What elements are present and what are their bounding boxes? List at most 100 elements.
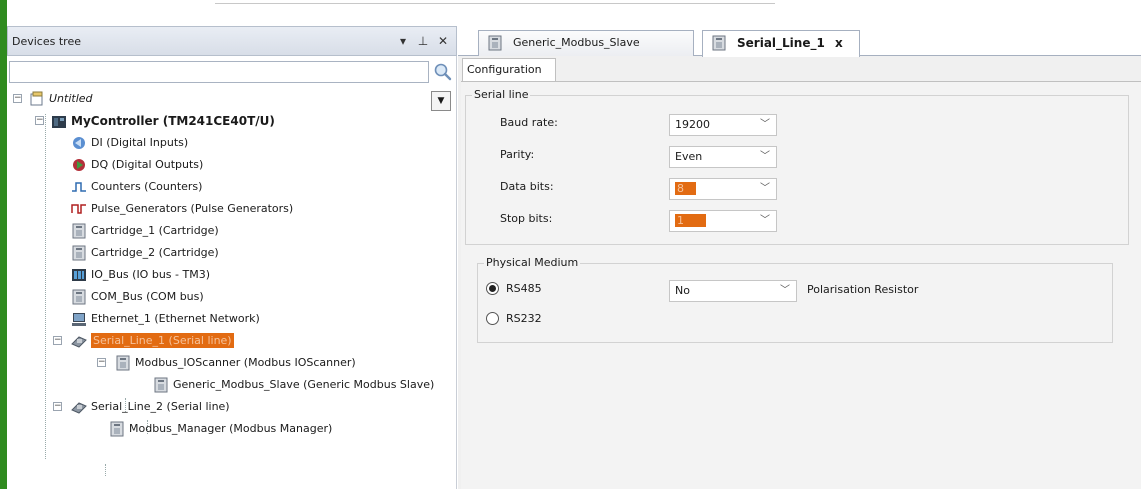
tree-dropdown-button[interactable]: ▼ [431,91,451,111]
module-icon [72,245,86,261]
tab-label: Generic_Modbus_Slave [513,36,640,49]
chevron-down-icon: ﹀ [760,215,770,226]
collapse-icon[interactable]: − [97,358,106,367]
baud-rate-select[interactable]: 19200 ﹀ [669,114,777,136]
tab-generic-modbus-slave[interactable]: Generic_Modbus_Slave [478,30,694,56]
tree-node-label: Generic_Modbus_Slave (Generic Modbus Sla… [173,378,435,391]
tree-node-pulse-generators[interactable]: Pulse_Generators (Pulse Generators) [71,198,293,220]
left-accent-bar [0,0,7,489]
top-strip [7,0,1141,24]
rs485-radio[interactable] [486,282,499,295]
tree-node-label: Cartridge_1 (Cartridge) [91,224,219,237]
chevron-down-icon: ﹀ [760,183,770,194]
module-icon [488,35,502,51]
search-input[interactable] [9,61,429,83]
rs232-label: RS232 [506,312,542,325]
ethernet-icon [72,313,86,326]
tree-node-label: DI (Digital Inputs) [91,136,189,149]
stop-bits-value: 1 [675,214,706,227]
module-icon [72,289,86,305]
tree-node-di[interactable]: DI (Digital Inputs) [71,132,188,154]
serial-line-group-title: Serial line [472,88,531,101]
parity-label: Parity: [500,148,535,161]
io-bus-icon [72,269,86,281]
tree-node-cartridge-1[interactable]: Cartridge_1 (Cartridge) [71,220,219,242]
tree-node-modbus-manager[interactable]: Modbus_Manager (Modbus Manager) [109,418,332,440]
serial-line-icon [71,402,87,414]
document-tabs: Generic_Modbus_Slave Serial_Line_1 x [458,26,1141,57]
search-icon[interactable] [433,62,453,82]
tree-node-generic-modbus-slave[interactable]: Generic_Modbus_Slave (Generic Modbus Sla… [153,374,434,396]
parity-value: Even [675,150,703,163]
tree-node-cartridge-2[interactable]: Cartridge_2 (Cartridge) [71,242,219,264]
tree-node-label: Cartridge_2 (Cartridge) [91,246,219,259]
tree-node-label: DQ (Digital Outputs) [91,158,204,171]
counters-icon [72,182,86,192]
tree-node-com-bus[interactable]: COM_Bus (COM bus) [71,286,204,308]
tree-node-label: Serial_Line_2 (Serial line) [91,400,230,413]
module-icon [712,35,726,51]
tree-node-label: MyController (TM241CE40T/U) [71,114,275,128]
devices-tree: ▼ − Untitled − MyController (TM241CE40T/… [9,88,455,487]
tab-serial-line-1[interactable]: Serial_Line_1 x [702,30,860,57]
rs485-label: RS485 [506,282,542,295]
project-icon [30,91,43,106]
collapse-icon[interactable]: − [13,94,22,103]
tree-node-label: Modbus_IOScanner (Modbus IOScanner) [135,356,356,369]
digital-inputs-icon [73,137,85,149]
parity-select[interactable]: Even ﹀ [669,146,777,168]
tree-node-ethernet-1[interactable]: Ethernet_1 (Ethernet Network) [71,308,260,330]
devices-tree-header: Devices tree ▾ ⊥ ✕ [7,26,457,56]
tree-node-io-bus[interactable]: IO_Bus (IO bus - TM3) [71,264,210,286]
app-root: Devices tree ▾ ⊥ ✕ ▼ − Untitled − MyCont… [0,0,1141,489]
chevron-down-icon: ﹀ [760,119,770,130]
top-divider [215,0,775,4]
tree-node-label: Ethernet_1 (Ethernet Network) [91,312,260,325]
polarisation-value: No [675,284,690,297]
data-bits-value: 8 [675,182,696,195]
tree-node-counters[interactable]: Counters (Counters) [71,176,202,198]
physical-medium-group: Physical Medium RS485 No ﹀ Polarisation … [477,256,1113,343]
dropdown-chevron-icon[interactable]: ▾ [396,34,410,48]
polarisation-label: Polarisation Resistor [807,283,919,296]
close-icon[interactable]: x [835,31,843,55]
tree-node-dq[interactable]: DQ (Digital Outputs) [71,154,203,176]
tab-label: Serial_Line_1 [737,36,825,50]
tree-connector [105,464,106,476]
tree-node-label: Counters (Counters) [91,180,203,193]
baud-rate-value: 19200 [675,118,710,131]
editor-area: Generic_Modbus_Slave Serial_Line_1 x Con… [458,26,1141,489]
baud-rate-label: Baud rate: [500,116,558,129]
stop-bits-select[interactable]: 1 ﹀ [669,210,777,232]
collapse-icon[interactable]: − [53,402,62,411]
tree-node-label: Pulse_Generators (Pulse Generators) [91,202,294,215]
chevron-down-icon: ﹀ [780,285,790,296]
polarisation-select[interactable]: No ﹀ [669,280,797,302]
tree-connector [45,114,46,459]
collapse-icon[interactable]: − [53,336,62,345]
module-icon [116,355,130,371]
tab-configuration[interactable]: Configuration [462,58,556,81]
stop-bits-label: Stop bits: [500,212,553,225]
editor-subtabs: Configuration [458,57,1141,81]
tree-node-label: Serial_Line_1 (Serial line) [91,333,234,348]
module-icon [154,377,168,393]
tree-node-label: COM_Bus (COM bus) [91,290,204,303]
tree-node-label: Untitled [49,92,93,105]
tree-node-label: Modbus_Manager (Modbus Manager) [129,422,333,435]
controller-icon [52,116,66,128]
data-bits-label: Data bits: [500,180,554,193]
physical-medium-group-title: Physical Medium [484,256,581,269]
serial-line-group: Serial line Baud rate: 19200 ﹀ Parity: E… [465,88,1129,245]
collapse-icon[interactable]: − [35,116,44,125]
data-bits-select[interactable]: 8 ﹀ [669,178,777,200]
search-row [9,58,455,86]
configuration-panel: Serial line Baud rate: 19200 ﹀ Parity: E… [461,81,1141,489]
module-icon [72,223,86,239]
serial-line-icon [71,336,87,348]
pin-icon[interactable]: ⊥ [416,34,430,48]
pulse-icon [71,204,86,214]
chevron-down-icon: ﹀ [760,151,770,162]
rs232-radio[interactable] [486,312,499,325]
close-icon[interactable]: ✕ [436,34,450,48]
